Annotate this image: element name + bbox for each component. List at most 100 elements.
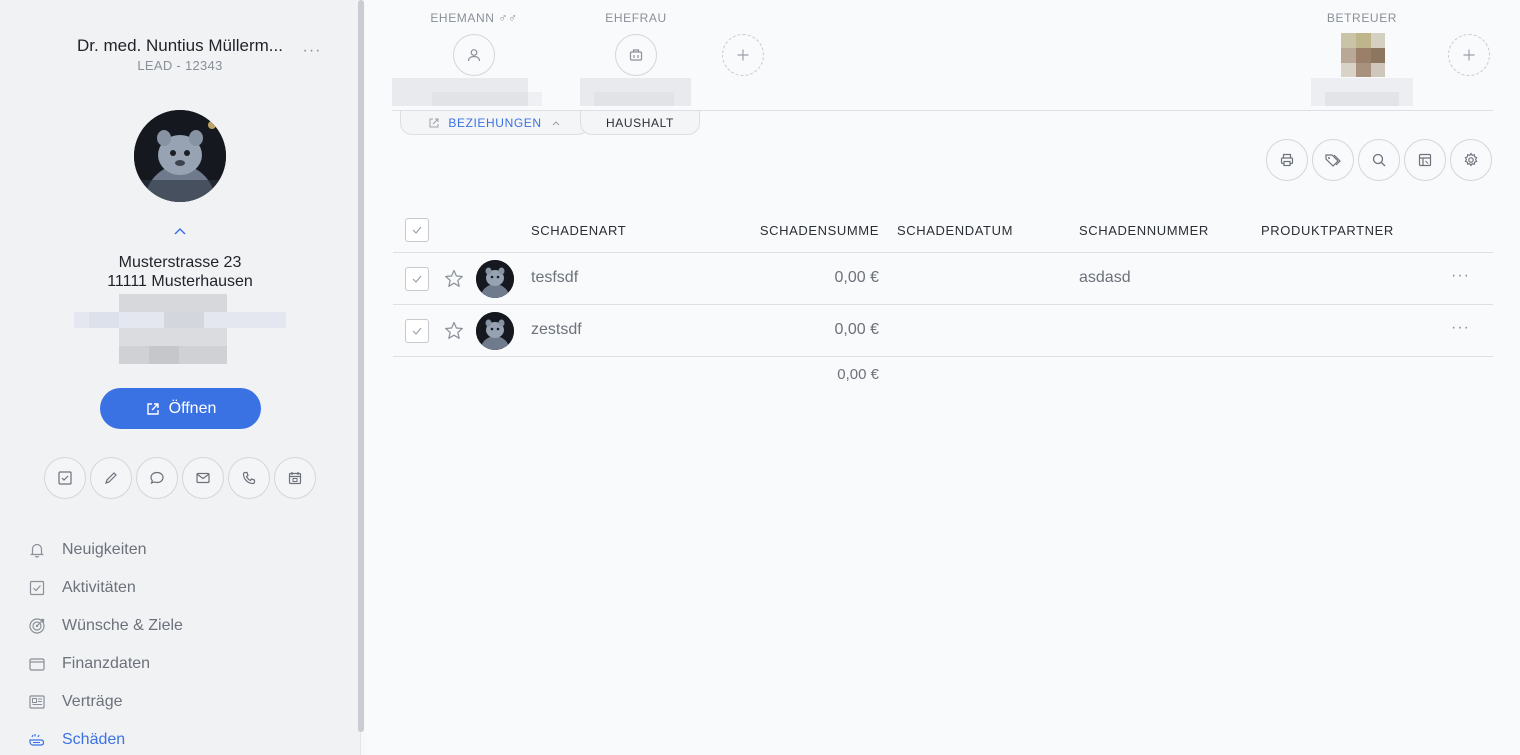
person-icon (467, 49, 481, 62)
address-city: 11111 Musterhausen (107, 273, 253, 290)
tab-beziehungen[interactable]: BEZIEHUNGEN (400, 111, 590, 135)
row-checkbox[interactable] (405, 267, 429, 291)
column-header-schadennummer[interactable]: SCHADENNUMMER (1079, 223, 1209, 238)
plus-icon (1463, 49, 1475, 61)
sidebar-nav: Neuigkeiten Aktivitäten Wünsche & Ziele … (28, 531, 348, 755)
redacted-advisor-name (1311, 78, 1413, 106)
select-all-checkbox[interactable] (405, 218, 429, 242)
nav-label: Schäden (62, 731, 126, 748)
column-header-schadenart[interactable]: SCHADENART (531, 223, 626, 238)
mail-icon (196, 472, 210, 484)
chat-bubble-icon (150, 471, 164, 485)
check-icon (412, 327, 422, 335)
advisor-label: BETREUER (1326, 11, 1398, 25)
call-button[interactable] (228, 457, 270, 499)
nav-label: Aktivitäten (62, 579, 136, 596)
tags-button[interactable] (1312, 139, 1354, 181)
wife-avatar-button[interactable] (615, 34, 657, 76)
tab-label: HAUSHALT (606, 115, 674, 130)
table-header: SCHADENART SCHADENSUMME SCHADENDATUM SCH… (393, 206, 1493, 253)
check-icon (412, 226, 422, 234)
nav-label: Verträge (62, 693, 123, 710)
nav-label: Finanzdaten (62, 655, 151, 672)
quick-actions (44, 457, 316, 499)
external-link-icon (146, 402, 159, 415)
star-icon[interactable] (443, 320, 465, 342)
check-icon (412, 275, 422, 283)
nav-label: Neuigkeiten (62, 541, 147, 558)
row-more-icon[interactable]: ··· (1451, 319, 1470, 337)
columns-button[interactable] (1404, 139, 1446, 181)
redacted-contact-info (74, 294, 286, 364)
appointment-button[interactable] (274, 457, 316, 499)
claims-table: SCHADENART SCHADENSUMME SCHADENDATUM SCH… (393, 206, 1493, 357)
search-button[interactable] (1358, 139, 1400, 181)
open-button-label: Öffnen (168, 399, 217, 417)
external-link-icon (429, 118, 439, 127)
damage-icon (28, 731, 46, 749)
client-sidebar: Dr. med. Nuntius Müllerm... LEAD - 12343… (0, 0, 361, 755)
sidebar-scrollbar[interactable] (358, 0, 364, 732)
nav-item-wuensche-ziele[interactable]: Wünsche & Ziele (28, 607, 348, 645)
table-columns-icon (1418, 153, 1432, 167)
chat-button[interactable] (136, 457, 178, 499)
plus-icon (737, 49, 749, 61)
bell-icon (28, 541, 46, 559)
address-street: Musterstrasse 23 (118, 254, 242, 271)
task-button[interactable] (44, 457, 86, 499)
search-icon (1372, 153, 1386, 167)
add-relation-button[interactable] (722, 34, 764, 76)
cell-schadenart: zestsdf (531, 321, 582, 338)
calendar-icon (288, 472, 302, 485)
open-button[interactable]: Öffnen (100, 388, 261, 429)
cell-schadensumme: 0,00 € (834, 321, 879, 338)
edit-button[interactable] (90, 457, 132, 499)
redacted-wife-name (580, 78, 691, 106)
chevron-up-icon[interactable] (170, 222, 190, 240)
nav-item-vertraege[interactable]: Verträge (28, 683, 348, 721)
owner-avatar (476, 312, 514, 350)
nav-label: Wünsche & Ziele (62, 617, 183, 634)
client-id: LEAD - 12343 (137, 58, 223, 73)
cell-schadenart: tesfsdf (531, 269, 579, 286)
phone-icon (242, 471, 256, 485)
gear-icon (1464, 152, 1478, 167)
checkbox-icon (28, 579, 46, 597)
checkbox-icon (58, 471, 72, 485)
wallet-icon (28, 655, 46, 673)
column-header-schadensumme[interactable]: SCHADENSUMME (733, 223, 879, 238)
add-advisor-button[interactable] (1448, 34, 1490, 76)
client-name: Dr. med. Nuntius Müllerm... (77, 36, 283, 55)
nav-item-aktivitaeten[interactable]: Aktivitäten (28, 569, 348, 607)
print-button[interactable] (1266, 139, 1308, 181)
star-icon[interactable] (443, 268, 465, 290)
more-options-icon[interactable]: ··· (300, 42, 324, 62)
printer-icon (1280, 153, 1294, 167)
settings-button[interactable] (1450, 139, 1492, 181)
cell-schadennummer: asdasd (1079, 269, 1131, 286)
chevron-up-icon (552, 120, 560, 125)
tab-haushalt[interactable]: HAUSHALT (580, 111, 700, 135)
table-row[interactable]: zestsdf 0,00 € ··· (393, 305, 1493, 357)
email-button[interactable] (182, 457, 224, 499)
nav-item-neuigkeiten[interactable]: Neuigkeiten (28, 531, 348, 569)
row-checkbox[interactable] (405, 319, 429, 343)
advisor-avatar[interactable] (1341, 33, 1385, 77)
column-header-schadendatum[interactable]: SCHADENDATUM (897, 223, 1013, 238)
husband-label: EHEMANN ♂♂ (430, 11, 518, 25)
client-avatar[interactable] (134, 110, 226, 202)
tag-icon (1325, 154, 1341, 167)
contract-icon (28, 693, 46, 711)
nav-item-schaeden[interactable]: Schäden (28, 721, 348, 755)
nav-item-finanzdaten[interactable]: Finanzdaten (28, 645, 348, 683)
pencil-icon (105, 472, 117, 484)
household-icon (629, 49, 643, 61)
column-header-produktpartner[interactable]: PRODUKTPARTNER (1261, 223, 1394, 238)
wife-label: EHEFRAU (605, 11, 667, 25)
row-more-icon[interactable]: ··· (1451, 267, 1470, 285)
table-row[interactable]: tesfsdf 0,00 € asdasd ··· (393, 253, 1493, 305)
cell-schadensumme: 0,00 € (834, 269, 879, 286)
husband-avatar-button[interactable] (453, 34, 495, 76)
main-content: EHEMANN ♂♂ EHEFRAU BETREUER BEZIEHUNGEN … (366, 0, 1520, 755)
owner-avatar (476, 260, 514, 298)
